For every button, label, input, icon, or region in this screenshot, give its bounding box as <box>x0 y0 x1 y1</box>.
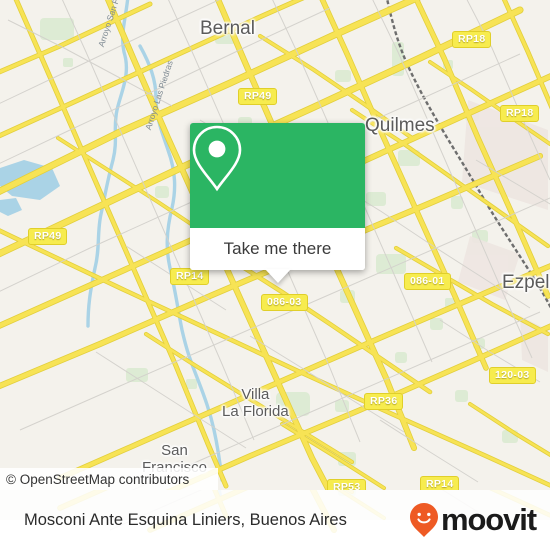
moovit-brand[interactable]: moovit <box>409 490 537 550</box>
route-shield[interactable]: RP18 <box>500 105 540 122</box>
route-shield[interactable]: RP14 <box>170 268 210 285</box>
route-shield[interactable]: 086-01 <box>404 273 451 290</box>
route-shield[interactable]: RP36 <box>364 393 404 410</box>
card-pin-area <box>190 123 365 228</box>
callout-tail <box>264 269 291 283</box>
map-canvas[interactable]: BernalQuilmesEzpeletaVillaLa FloridaSanF… <box>0 0 550 490</box>
attribution-text: © OpenStreetMap contributors <box>6 471 190 487</box>
route-shield[interactable]: 086-03 <box>261 294 308 311</box>
destination-callout-card[interactable]: Take me there <box>190 123 365 283</box>
map-screenshot: BernalQuilmesEzpeletaVillaLa FloridaSanF… <box>0 0 550 550</box>
footer-bar: Mosconi Ante Esquina Liniers, Buenos Air… <box>0 490 550 550</box>
location-pin-icon <box>192 125 242 192</box>
route-shield[interactable]: RP53 <box>327 479 367 490</box>
route-shield[interactable]: RP18 <box>452 31 492 48</box>
map-attribution[interactable]: © OpenStreetMap contributors <box>0 468 218 490</box>
location-title: Mosconi Ante Esquina Liniers, Buenos Air… <box>24 510 347 529</box>
route-shield[interactable]: RP49 <box>28 228 68 245</box>
route-shield[interactable]: 120-03 <box>489 367 536 384</box>
take-me-there-button[interactable]: Take me there <box>190 228 365 270</box>
take-me-there-label: Take me there <box>223 239 332 258</box>
moovit-smiley-pin-icon <box>409 503 438 537</box>
route-shield[interactable]: RP14 <box>420 476 460 490</box>
route-shield[interactable]: RP49 <box>238 88 278 105</box>
moovit-wordmark: moovit <box>440 502 537 537</box>
